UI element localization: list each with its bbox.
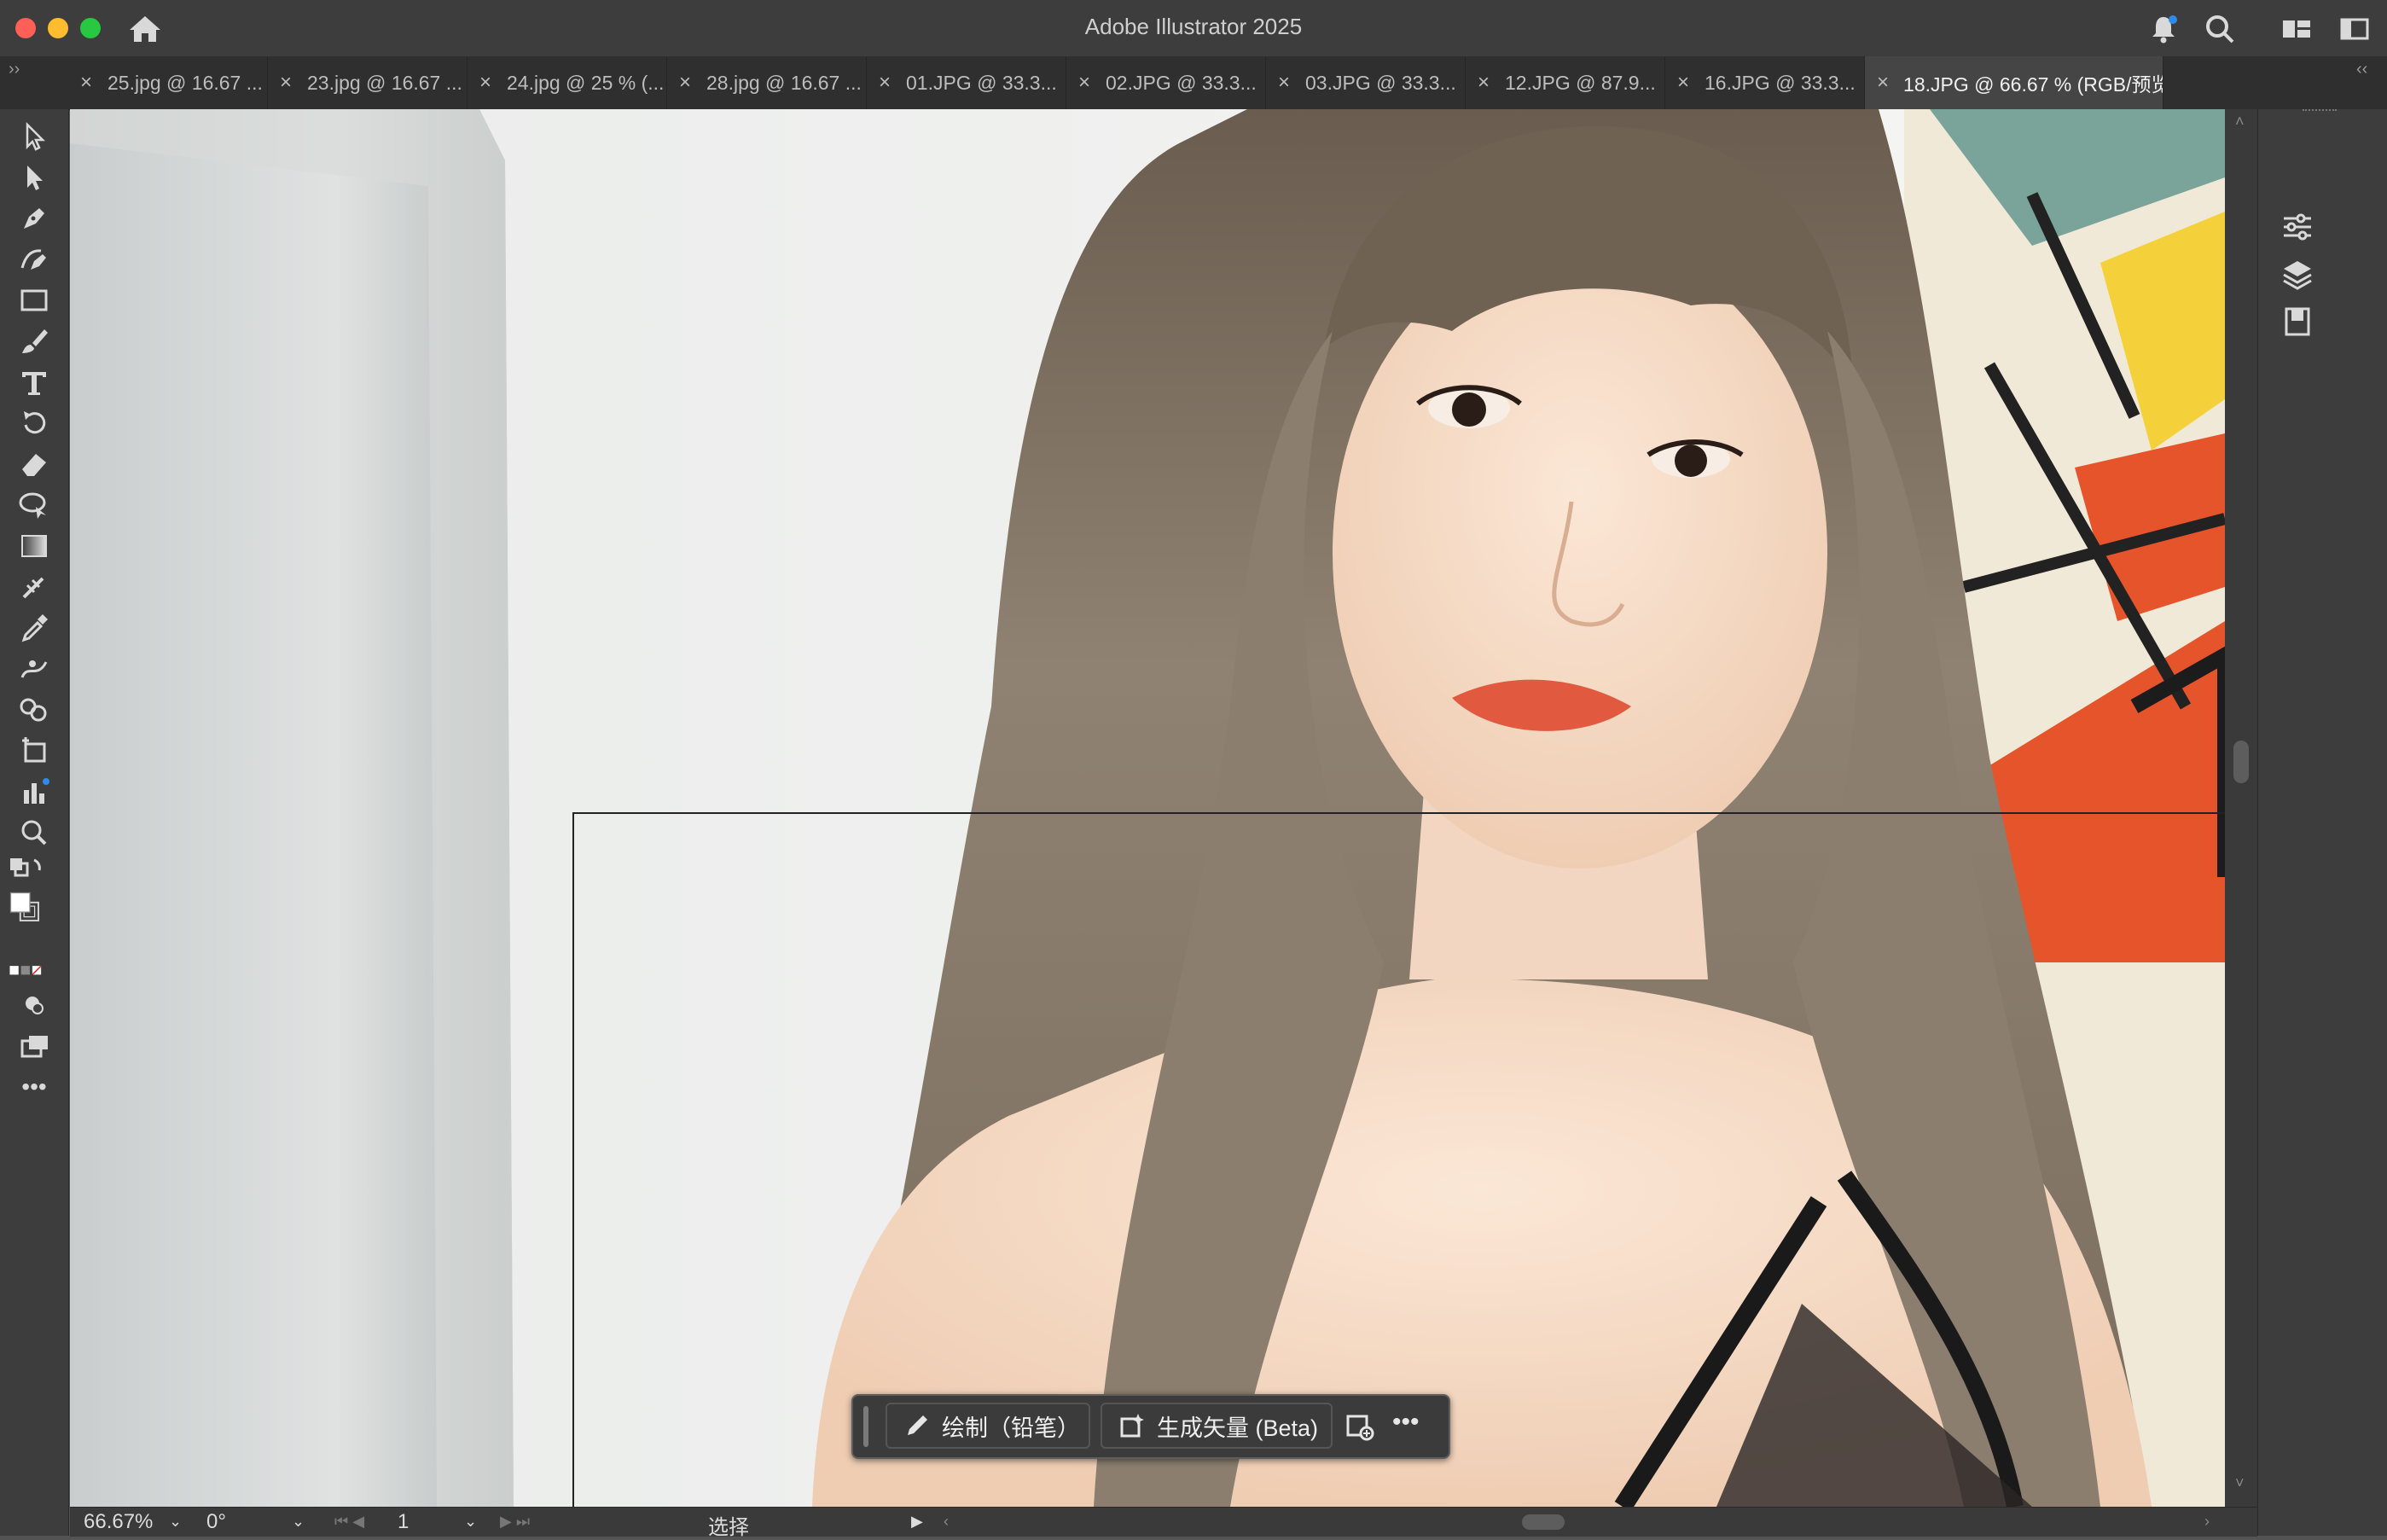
collapse-panels-icon[interactable]: ‹‹ <box>2356 60 2367 79</box>
pencil-icon <box>908 1415 927 1435</box>
close-tab-icon[interactable]: × <box>1278 71 1293 95</box>
close-tab-icon[interactable]: × <box>1677 71 1693 95</box>
artboard-number[interactable]: 1 <box>398 1510 409 1534</box>
libraries-icon[interactable] <box>2279 302 2316 340</box>
close-tab-icon[interactable]: × <box>1078 71 1094 95</box>
document-tab[interactable]: × 28.jpg @ 16.67 ... <box>667 56 867 109</box>
scroll-up-icon[interactable]: ˄ <box>2235 113 2245 131</box>
zoom-level[interactable]: 66.67% <box>84 1510 153 1534</box>
pen-tool-icon[interactable] <box>15 201 53 235</box>
shape-builder-tool-icon[interactable] <box>15 693 53 727</box>
document-tab[interactable]: × 01.JPG @ 33.3... <box>867 56 1066 109</box>
layers-icon[interactable] <box>2279 256 2316 293</box>
document-tab-active[interactable]: × 18.JPG @ 66.67 % (RGB/预览) <box>1865 56 2163 109</box>
generate-vectors-icon <box>1120 1414 1144 1438</box>
rectangle-tool-icon[interactable] <box>15 283 53 317</box>
fill-stroke-swatch[interactable] <box>7 891 44 925</box>
vertical-scrollbar[interactable]: ˄ ˅ <box>2225 109 2257 1507</box>
document-tab[interactable]: × 12.JPG @ 87.9... <box>1466 56 1665 109</box>
close-tab-icon[interactable]: × <box>679 71 694 95</box>
document-tab[interactable]: × 03.JPG @ 33.3... <box>1266 56 1466 109</box>
rotation-dropdown-icon[interactable]: ⌄ <box>292 1513 305 1531</box>
color-mode-icons[interactable] <box>9 954 46 988</box>
scroll-right-icon[interactable]: › <box>2204 1513 2210 1531</box>
zoom-dropdown-icon[interactable]: ⌄ <box>169 1513 182 1531</box>
document-tab[interactable]: × 02.JPG @ 33.3... <box>1066 56 1266 109</box>
type-tool-icon[interactable] <box>15 365 53 399</box>
scroll-left-icon[interactable]: ‹ <box>944 1513 949 1531</box>
chart-tool-icon[interactable] <box>15 775 53 809</box>
horizontal-scrollbar-thumb[interactable] <box>1522 1514 1565 1530</box>
artboard-tool-icon[interactable] <box>15 734 53 768</box>
title-bar: Adobe Illustrator 2025 <box>0 0 2387 57</box>
width-tool-icon[interactable] <box>15 570 53 604</box>
contextual-task-bar: 绘制（铅笔） 生成矢量 (Beta) ••• <box>851 1394 1450 1459</box>
draw-mode-icon[interactable] <box>15 988 53 1022</box>
close-tab-icon[interactable]: × <box>1877 71 1891 95</box>
scroll-down-icon[interactable]: ˅ <box>2235 1474 2245 1492</box>
puppet-warp-tool-icon[interactable] <box>15 652 53 686</box>
bell-icon[interactable] <box>2146 12 2181 46</box>
status-menu-arrow-icon[interactable]: ▶ <box>911 1513 923 1531</box>
panel-grip[interactable] <box>2303 109 2337 116</box>
close-tab-icon[interactable]: × <box>280 71 295 95</box>
collapse-toolbar-icon[interactable]: ›› <box>9 60 20 79</box>
artboard-nav-first-icon[interactable]: ⏮ ◀ <box>334 1513 364 1531</box>
paintbrush-tool-icon[interactable] <box>15 324 53 358</box>
gradient-tool-icon[interactable] <box>15 529 53 563</box>
placed-photo <box>70 109 2225 1507</box>
curvature-tool-icon[interactable] <box>15 242 53 276</box>
artboard-dropdown-icon[interactable]: ⌄ <box>464 1513 477 1531</box>
app-title: Adobe Illustrator 2025 <box>1084 14 1303 39</box>
panel-toggle-icon[interactable] <box>2338 12 2372 46</box>
eyedropper-tool-icon[interactable] <box>15 611 53 645</box>
search-icon[interactable] <box>2203 12 2237 46</box>
close-tab-icon[interactable]: × <box>1478 71 1493 95</box>
document-canvas[interactable] <box>70 109 2225 1507</box>
generate-vectors-button[interactable]: 生成矢量 (Beta) <box>1101 1403 1333 1449</box>
vertical-scrollbar-thumb[interactable] <box>2233 741 2249 783</box>
selection-tool-icon[interactable] <box>15 119 53 154</box>
document-tab-bar: ›› ‹‹ × 25.jpg @ 16.67 ... × 23.jpg @ 16.6… <box>0 56 2387 110</box>
close-tab-icon[interactable]: × <box>80 71 96 95</box>
direct-selection-tool-icon[interactable] <box>15 160 53 195</box>
right-panel-dock <box>2257 109 2387 1536</box>
screen-mode-icon[interactable] <box>15 1029 53 1063</box>
generate-similar-icon[interactable] <box>1343 1409 1377 1448</box>
rotation-value[interactable]: 0° <box>206 1510 226 1534</box>
document-tab[interactable]: × 23.jpg @ 16.67 ... <box>268 56 468 109</box>
eraser-tool-icon[interactable] <box>15 447 53 481</box>
draw-pencil-button[interactable]: 绘制（铅笔） <box>886 1403 1090 1449</box>
status-bar: 66.67% ⌄ 0° ⌄ ⏮ ◀ 1 ⌄ ▶ ⏭ 选择 ▶ ‹ › <box>70 1507 2257 1539</box>
more-tools-icon[interactable]: ••• <box>15 1073 53 1107</box>
close-tab-icon[interactable]: × <box>879 71 894 95</box>
default-fill-stroke-icon[interactable] <box>5 855 43 889</box>
rotate-tool-icon[interactable] <box>15 406 53 440</box>
workspace-icon[interactable] <box>2280 12 2314 46</box>
tools-panel: ••• <box>0 109 69 1536</box>
document-tab[interactable]: × 25.jpg @ 16.67 ... <box>68 56 268 109</box>
close-tab-icon[interactable]: × <box>479 71 495 95</box>
task-bar-more-icon[interactable]: ••• <box>1392 1408 1420 1437</box>
properties-icon[interactable] <box>2279 208 2316 246</box>
task-bar-drag-handle[interactable] <box>863 1406 868 1447</box>
document-tab[interactable]: × 24.jpg @ 25 % (... <box>468 56 667 109</box>
artboard-nav-last-icon[interactable]: ▶ ⏭ <box>500 1513 530 1531</box>
zoom-tool-icon[interactable] <box>15 816 53 850</box>
lasso-tool-icon[interactable] <box>15 488 53 522</box>
document-tab[interactable]: × 16.JPG @ 33.3... <box>1665 56 1865 109</box>
